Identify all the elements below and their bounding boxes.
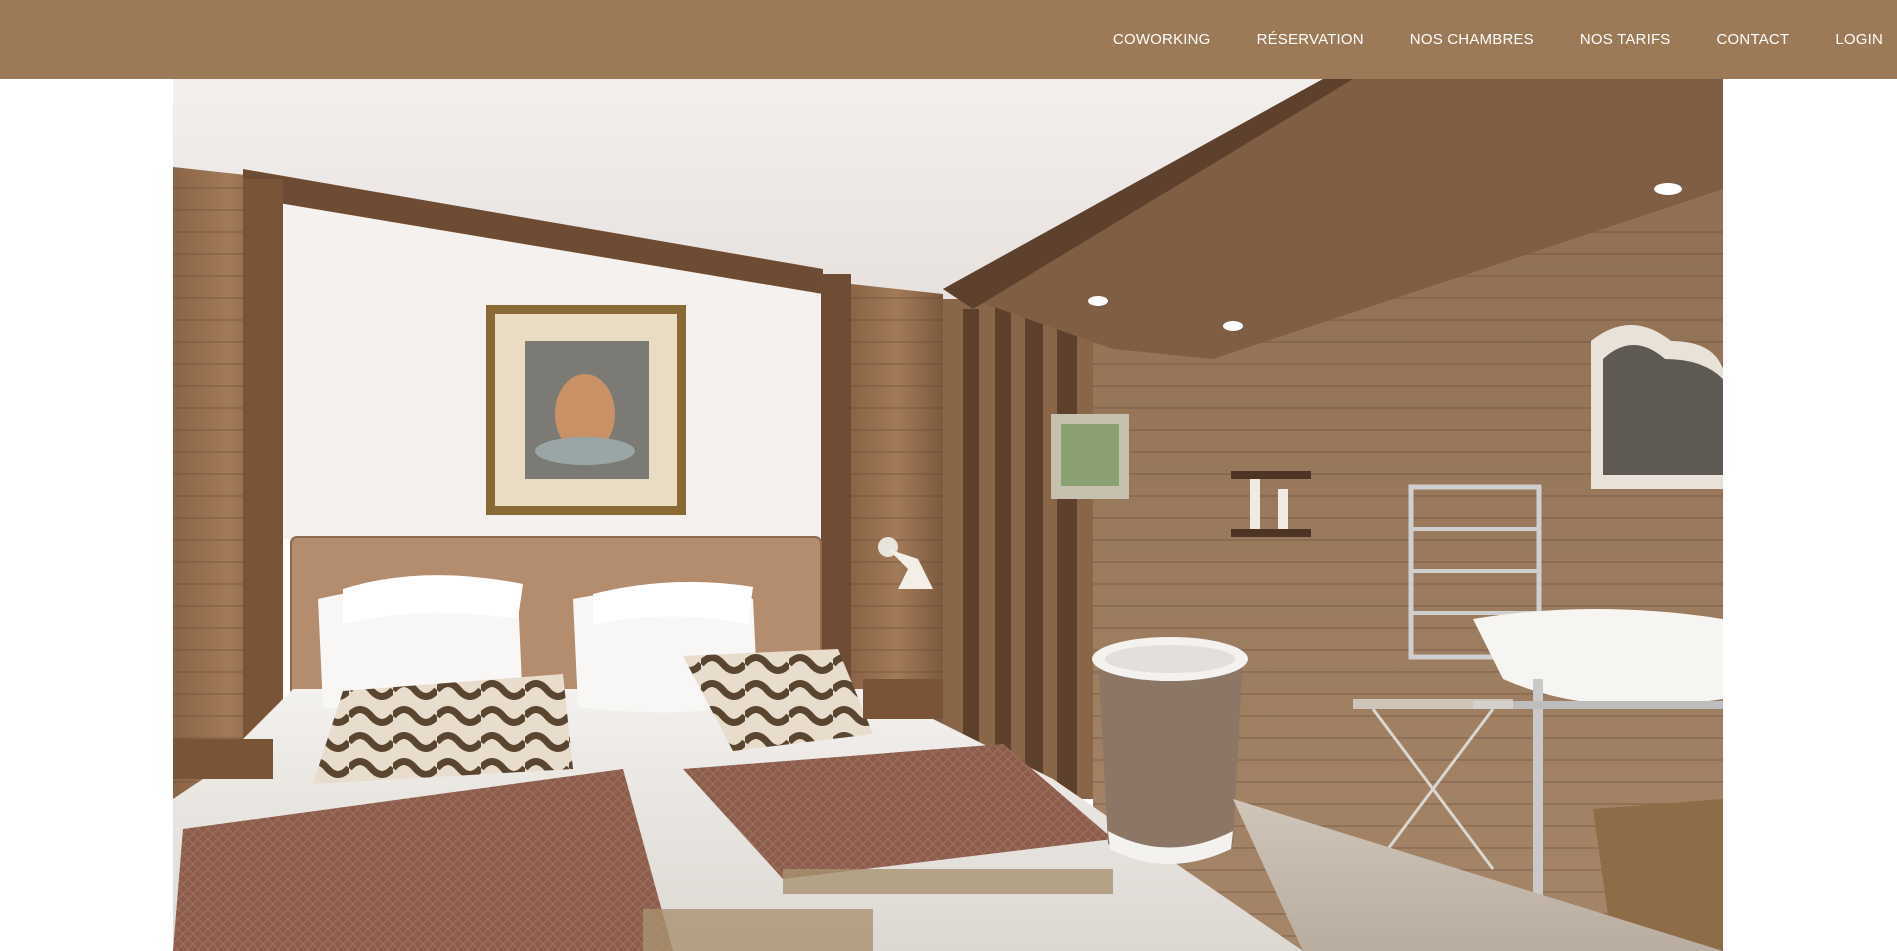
main-menu: COWORKING RÉSERVATION NOS CHAMBRES NOS T… — [1067, 0, 1897, 79]
bedroom-illustration — [173, 79, 1723, 951]
hero-room-photo — [173, 79, 1723, 951]
nav-link-nos-tarifs[interactable]: NOS TARIFS — [1580, 31, 1671, 48]
nav-link-login[interactable]: LOGIN — [1835, 31, 1883, 48]
nav-link-nos-chambres[interactable]: NOS CHAMBRES — [1410, 31, 1534, 48]
nav-link-contact[interactable]: CONTACT — [1717, 31, 1790, 48]
nav-link-reservation[interactable]: RÉSERVATION — [1257, 31, 1364, 48]
top-navigation-bar: COWORKING RÉSERVATION NOS CHAMBRES NOS T… — [0, 0, 1897, 79]
nav-link-coworking[interactable]: COWORKING — [1113, 31, 1211, 48]
